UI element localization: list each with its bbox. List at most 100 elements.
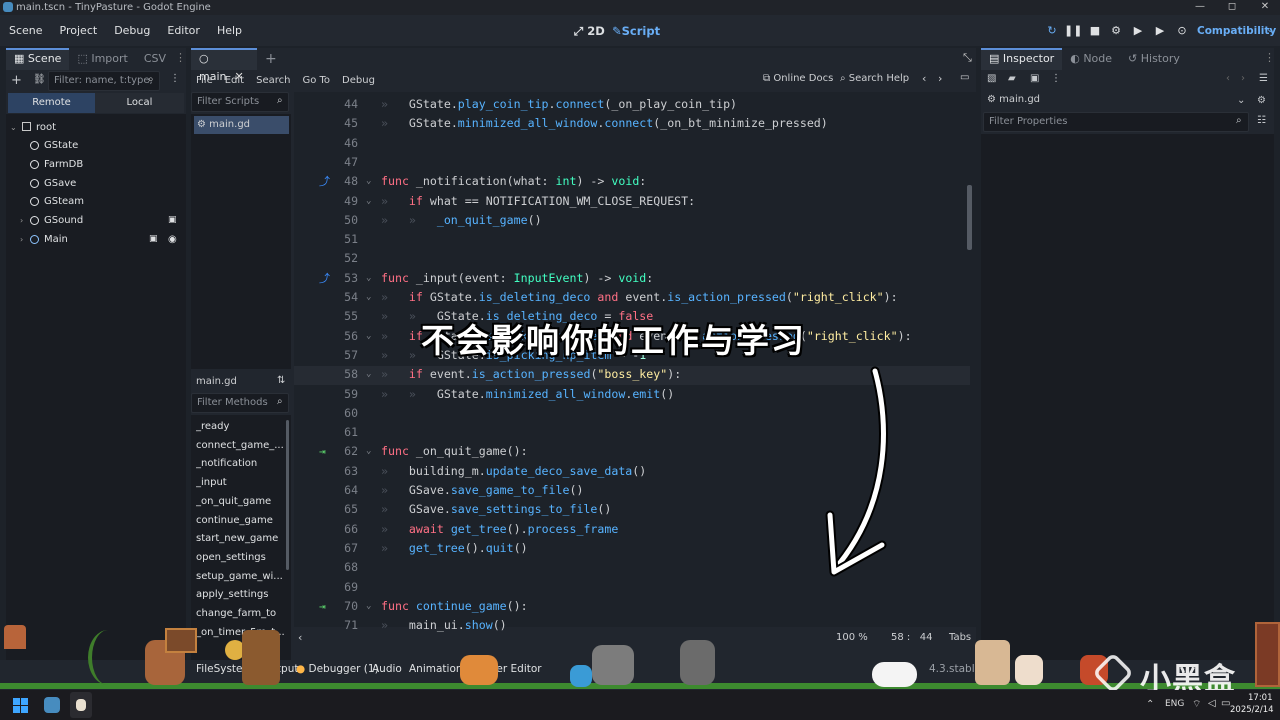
code-line[interactable]: 45 » GState.minimized_all_window.connect(…	[294, 114, 974, 133]
reload-icon[interactable]: ↻	[1043, 24, 1061, 40]
menu-project[interactable]: Project	[51, 24, 106, 37]
local-tab[interactable]: Local	[95, 93, 184, 113]
movie-maker-icon[interactable]: ⊙	[1173, 24, 1191, 40]
tree-item-gsound[interactable]: › GSound ▣	[6, 211, 184, 230]
filter-scripts-input[interactable]: Filter Scripts	[191, 92, 289, 112]
menu-scene[interactable]: Scene	[0, 24, 51, 37]
clock-time[interactable]: 17:01	[1248, 693, 1273, 703]
chevron-down-icon[interactable]: ⌄	[1237, 95, 1245, 106]
stop-icon[interactable]: ■	[1086, 24, 1104, 40]
save-icon[interactable]: ▣	[1030, 73, 1039, 84]
code-line[interactable]: ⇥ 70 ⌄ func continue_game():	[294, 597, 974, 616]
chevron-up-icon[interactable]: ⌃	[1146, 699, 1154, 710]
code-line[interactable]: 47	[294, 153, 974, 172]
method-item[interactable]: change_farm_to	[196, 608, 286, 619]
menu-help[interactable]: Help	[208, 24, 250, 37]
menu-search[interactable]: Search	[250, 75, 296, 86]
renderer-selector[interactable]: Compatibility	[1197, 25, 1276, 37]
fold-arrow-icon[interactable]: ⌄	[366, 327, 371, 346]
distraction-free-icon[interactable]: ⤡	[963, 51, 972, 65]
workspace-2d-button[interactable]: ⤢ 2D	[574, 24, 605, 39]
open-folder-icon[interactable]: ▰	[1008, 73, 1016, 84]
method-item[interactable]: apply_settings	[196, 589, 286, 600]
method-item[interactable]: open_settings	[196, 552, 286, 563]
volume-icon[interactable]: ◁	[1208, 698, 1216, 709]
history-back-icon[interactable]: ‹	[922, 72, 926, 85]
code-line[interactable]: 46	[294, 134, 974, 153]
new-resource-icon[interactable]: ▧	[987, 73, 996, 84]
sort-icon[interactable]: ⇅	[277, 375, 285, 386]
fold-arrow-icon[interactable]: ⌄	[366, 365, 371, 384]
object-properties-icon[interactable]: ⚙	[1257, 95, 1266, 106]
tree-item-gsave[interactable]: GSave	[6, 174, 184, 193]
menu-debug[interactable]: Debug	[105, 24, 158, 37]
expand-arrow-icon[interactable]: ›	[20, 211, 23, 230]
code-line[interactable]: ⤴ 53 ⌄ func _input(event: InputEvent) -> vo…	[294, 269, 974, 288]
tab-node[interactable]: ◐ Node	[1062, 48, 1120, 70]
search-help-button[interactable]: ⌕ Search Help	[840, 73, 909, 84]
tab-audio[interactable]: Audio	[372, 663, 402, 675]
minimize-window-button[interactable]: —	[1185, 0, 1215, 15]
chevron-down-icon[interactable]: ⌄	[1266, 24, 1274, 35]
tab-inspector[interactable]: ▤ Inspector	[981, 48, 1063, 70]
fold-arrow-icon[interactable]: ⌄	[366, 442, 371, 461]
scene-filter-input[interactable]: Filter: name, t:type, g	[48, 71, 160, 104]
maximize-window-button[interactable]: ◻	[1217, 0, 1247, 15]
dock-menu-icon[interactable]: ⋮	[1264, 51, 1275, 64]
tab-animation[interactable]: Animation	[409, 663, 463, 675]
add-node-icon[interactable]: +	[11, 73, 22, 88]
expand-arrow-icon[interactable]: ›	[20, 230, 23, 249]
method-list-scrollbar[interactable]	[286, 420, 289, 570]
method-item[interactable]: connect_game_...	[196, 440, 286, 451]
run-scene-icon[interactable]: ▶	[1129, 24, 1147, 40]
history-forward-icon[interactable]: ›	[938, 72, 942, 85]
fold-arrow-icon[interactable]: ⌄	[366, 172, 371, 191]
method-item[interactable]: _input	[196, 477, 286, 488]
tab-scene[interactable]: ▦ Scene	[6, 48, 70, 70]
remote-debug-icon[interactable]: ⚙	[1107, 24, 1125, 40]
menu-editor[interactable]: Editor	[158, 24, 208, 37]
godot-taskbar-icon[interactable]	[44, 697, 60, 713]
menu-file[interactable]: File	[191, 75, 219, 86]
script-item-main-gd[interactable]: ⚙ main.gd	[194, 116, 289, 134]
fold-arrow-icon[interactable]: ⌄	[366, 597, 371, 616]
more-options-icon[interactable]: ⋮	[1051, 73, 1061, 84]
fold-arrow-icon[interactable]: ⌄	[366, 288, 371, 307]
workspace-script-button[interactable]: ✎Script	[612, 24, 660, 38]
code-line[interactable]: ⤴ 48 ⌄ func _notification(what: int) -> voi…	[294, 172, 974, 191]
code-line[interactable]: 52	[294, 249, 974, 268]
tree-item-gsteam[interactable]: GSteam	[6, 192, 184, 211]
add-tab-icon[interactable]: +	[257, 48, 285, 70]
menu-edit[interactable]: Edit	[219, 75, 250, 86]
online-docs-button[interactable]: ⧉ Online Docs	[763, 73, 833, 84]
resource-selector[interactable]: ⚙ main.gd	[983, 90, 1251, 110]
fold-arrow-icon[interactable]: ⌄	[366, 269, 371, 288]
method-item[interactable]: _ready	[196, 421, 286, 432]
code-line[interactable]: 51	[294, 230, 974, 249]
windows-start-icon[interactable]	[13, 698, 28, 713]
code-line[interactable]: 71 » main_ui.show()	[294, 616, 974, 635]
close-window-button[interactable]: ✕	[1250, 0, 1280, 15]
menu-script-debug[interactable]: Debug	[336, 75, 381, 86]
toggle-scripts-panel-icon[interactable]: ▭	[960, 72, 969, 83]
tab-csv[interactable]: CSV	[136, 48, 174, 70]
method-item[interactable]: start_new_game	[196, 533, 286, 544]
dock-menu-icon[interactable]: ⋮	[175, 51, 186, 64]
remote-tab[interactable]: Remote	[8, 93, 95, 113]
visibility-eye-icon[interactable]: ◉	[168, 230, 177, 249]
history-icon[interactable]: ☰	[1259, 73, 1268, 84]
tab-import[interactable]: ⬚ Import	[69, 48, 135, 70]
wifi-icon[interactable]: ⌔	[1192, 698, 1201, 711]
menu-goto[interactable]: Go To	[296, 75, 336, 86]
tree-item-gstate[interactable]: GState	[6, 136, 184, 155]
next-object-icon[interactable]: ›	[1241, 73, 1245, 84]
clock-date[interactable]: 2025/2/14	[1230, 705, 1274, 715]
code-line[interactable]: 54 ⌄ » if GState.is_deleting_deco and even…	[294, 288, 974, 307]
more-options-icon[interactable]: ⋮	[170, 73, 180, 84]
instance-scene-icon[interactable]: ▣	[149, 230, 158, 249]
filter-methods-input[interactable]: Filter Methods	[191, 393, 289, 413]
method-item[interactable]: continue_game	[196, 515, 286, 526]
code-line[interactable]: 44 » GState.play_coin_tip.connect(_on_pla…	[294, 95, 974, 114]
tree-item-root[interactable]: ⌄ root	[6, 118, 184, 137]
filter-properties-input[interactable]: Filter Properties	[983, 112, 1249, 132]
